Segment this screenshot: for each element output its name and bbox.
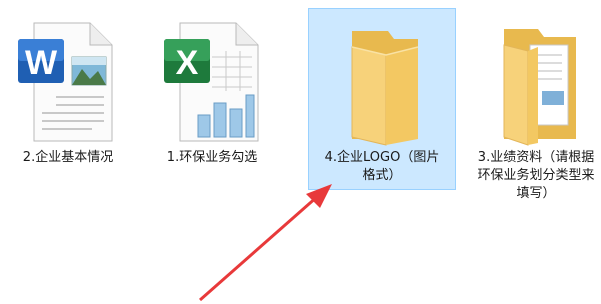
svg-text:X: X bbox=[176, 44, 199, 82]
folder-item-company-logo[interactable]: 4.企业LOGO（图片 格式） bbox=[308, 8, 456, 190]
file-item-environmental-business-checklist[interactable]: X 1.环保业务勾选 bbox=[138, 8, 286, 190]
folder-label: 3.业绩资料（请根据 环保业务划分类型来 填写） bbox=[477, 150, 595, 201]
excel-spreadsheet-icon: X bbox=[156, 11, 268, 147]
file-item-company-basic-info[interactable]: W 2.企业基本情况 bbox=[0, 8, 142, 190]
file-explorer-view: W 2.企业基本情况 X 1.环保业务勾选 4.企业LOGO（图片 格式） 3.… bbox=[0, 0, 601, 304]
word-document-icon: W bbox=[12, 11, 124, 147]
file-label: 2.企业基本情况 bbox=[22, 150, 114, 165]
folder-label: 4.企业LOGO（图片 格式） bbox=[324, 150, 440, 183]
folder-icon bbox=[326, 11, 438, 147]
folder-item-performance-materials[interactable]: 3.业绩资料（请根据 环保业务划分类型来 填写） bbox=[462, 8, 601, 201]
folder-with-files-icon bbox=[480, 11, 592, 147]
svg-text:W: W bbox=[25, 44, 58, 82]
file-label: 1.环保业务勾选 bbox=[166, 150, 258, 165]
